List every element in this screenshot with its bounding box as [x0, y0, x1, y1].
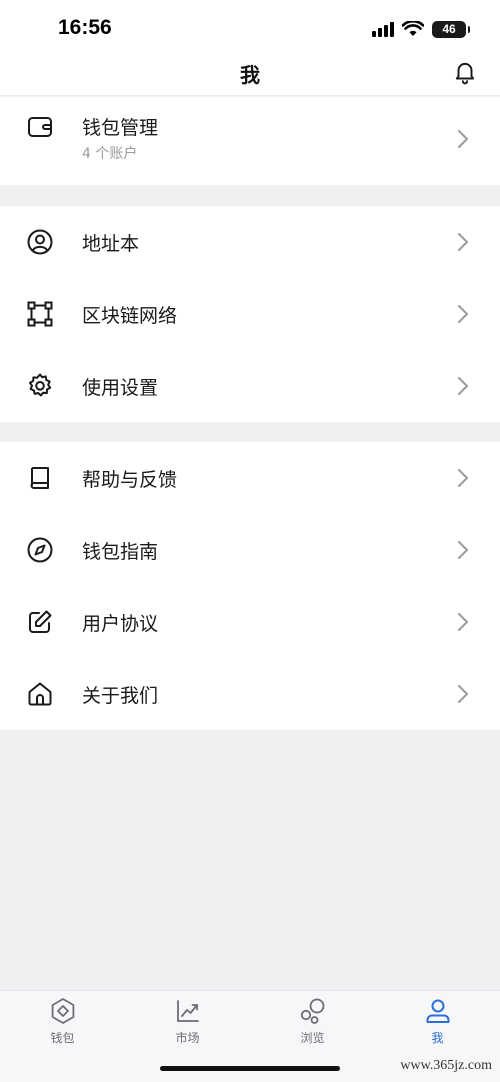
blockchain-network-label: 区块链网络	[82, 305, 178, 327]
wallet-management-row[interactable]: 钱包管理 4 个账户	[0, 97, 500, 185]
home-icon	[28, 682, 52, 706]
blockchain-network-row[interactable]: 区块链网络	[0, 278, 500, 350]
wallet-hex-icon	[51, 998, 75, 1024]
about-us-label: 关于我们	[82, 685, 159, 707]
home-indicator	[160, 1066, 340, 1071]
user-agreement-label: 用户协议	[82, 613, 159, 635]
cellular-signal-icon	[372, 21, 394, 37]
wallet-icon	[28, 117, 52, 137]
support-section: 帮助与反馈 钱包指南 用户协议 关于我们	[0, 442, 500, 730]
tab-me-label: 我	[431, 1031, 444, 1045]
wallet-management-label: 钱包管理	[82, 117, 159, 139]
compass-icon	[27, 537, 53, 563]
edit-icon	[29, 610, 52, 633]
usage-settings-label: 使用设置	[82, 377, 159, 399]
tab-browse-label: 浏览	[300, 1031, 325, 1045]
bubbles-icon	[300, 998, 325, 1024]
network-square-icon	[27, 301, 53, 327]
tab-market-label: 市场	[175, 1031, 200, 1045]
chevron-right-icon	[458, 613, 468, 631]
chevron-right-icon	[458, 685, 468, 703]
chevron-right-icon	[458, 233, 468, 251]
wallet-section: 钱包管理 4 个账户	[0, 97, 500, 185]
profile-icon	[426, 999, 450, 1023]
tab-market[interactable]: 市场	[125, 991, 250, 1051]
chart-trend-icon	[177, 1000, 199, 1022]
chevron-right-icon	[458, 377, 468, 395]
wifi-icon	[402, 21, 424, 36]
nav-header: 我	[0, 50, 500, 96]
wallet-guide-row[interactable]: 钱包指南	[0, 514, 500, 586]
status-bar: 16:56 46	[0, 0, 500, 50]
user-agreement-row[interactable]: 用户协议	[0, 586, 500, 658]
help-feedback-label: 帮助与反馈	[82, 469, 178, 491]
address-book-row[interactable]: 地址本	[0, 206, 500, 278]
wallet-account-count: 4 个账户	[82, 146, 138, 162]
bell-icon[interactable]	[452, 59, 478, 85]
chevron-right-icon	[458, 130, 468, 148]
watermark: www.365jz.com	[400, 1058, 492, 1073]
wallet-guide-label: 钱包指南	[82, 541, 159, 563]
settings-section: 地址本 区块链网络 使用设置	[0, 206, 500, 422]
book-icon	[30, 467, 49, 489]
page-title: 我	[240, 63, 260, 87]
chevron-right-icon	[458, 469, 468, 487]
help-feedback-row[interactable]: 帮助与反馈	[0, 442, 500, 514]
gear-icon	[29, 373, 52, 397]
usage-settings-row[interactable]: 使用设置	[0, 350, 500, 422]
chevron-right-icon	[458, 541, 468, 559]
battery-indicator: 46	[432, 20, 470, 38]
tab-browse[interactable]: 浏览	[250, 991, 375, 1051]
about-us-row[interactable]: 关于我们	[0, 658, 500, 730]
tab-me[interactable]: 我	[375, 991, 500, 1051]
status-time: 16:56	[58, 16, 112, 39]
address-book-label: 地址本	[82, 233, 140, 255]
chevron-right-icon	[458, 305, 468, 323]
tab-wallet[interactable]: 钱包	[0, 991, 125, 1051]
tab-wallet-label: 钱包	[50, 1031, 75, 1045]
user-circle-icon	[27, 229, 53, 255]
status-indicators: 46	[372, 19, 470, 39]
